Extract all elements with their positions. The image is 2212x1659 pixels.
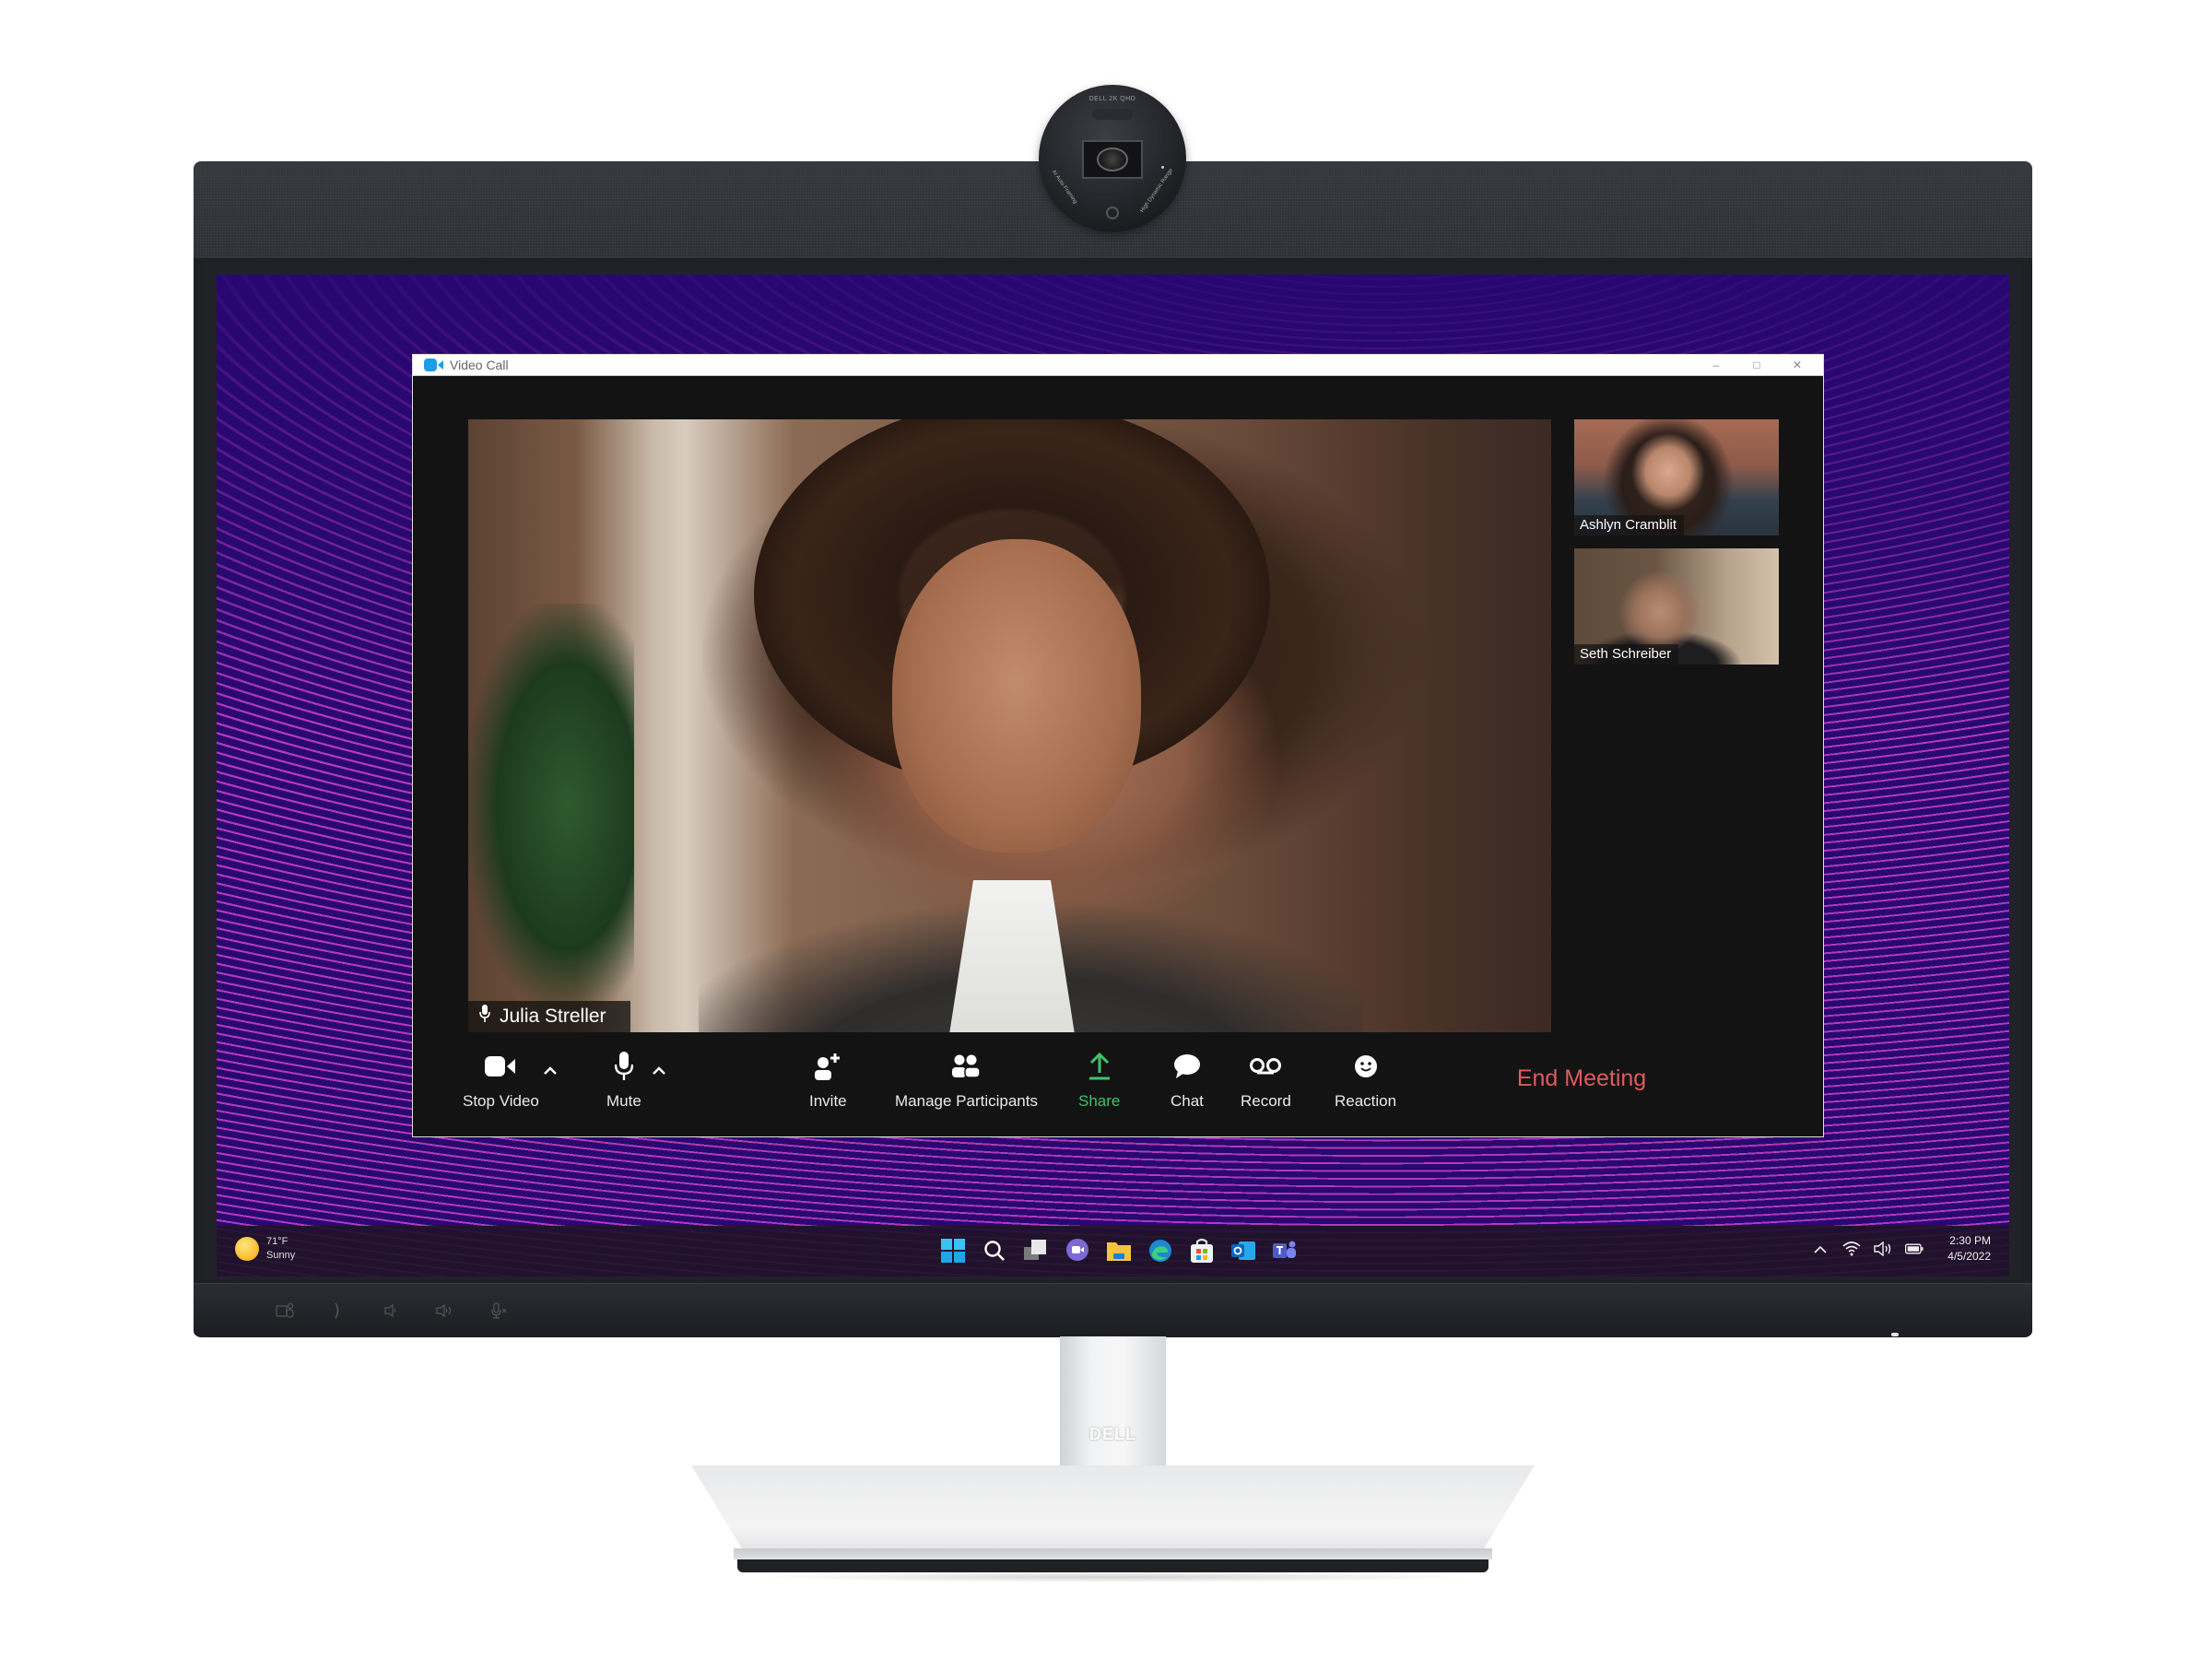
- window-controls: – □ ✕: [1696, 355, 1818, 375]
- system-tray: 2:30 PM 4/5/2022: [1811, 1233, 1991, 1265]
- start-icon[interactable]: [937, 1235, 968, 1265]
- record-button[interactable]: Record: [1241, 1037, 1291, 1136]
- outlook-icon[interactable]: [1228, 1235, 1258, 1265]
- webcam-sensor: [1092, 109, 1133, 120]
- battery-icon[interactable]: [1905, 1240, 1924, 1258]
- sun-weather-icon: [235, 1237, 259, 1261]
- taskbar-clock[interactable]: 2:30 PM 4/5/2022: [1947, 1233, 1991, 1265]
- webcam-feature-text: AI Auto Framing: [1050, 169, 1078, 206]
- video-call-window: Video Call – □ ✕ Julia Streller Ashlyn C…: [413, 355, 1823, 1136]
- participant-name: Ashlyn Cramblit: [1574, 515, 1685, 535]
- invite-button[interactable]: Invite: [809, 1037, 847, 1136]
- window-title: Video Call: [450, 358, 509, 372]
- stand-base-edge: [734, 1548, 1492, 1559]
- stop-video-button[interactable]: Stop Video: [463, 1037, 539, 1136]
- share-upload-icon: [1088, 1048, 1112, 1085]
- webcam-indicator: [1161, 166, 1164, 169]
- monitor-control-buttons: [258, 1295, 525, 1326]
- webcam-lens-housing: [1082, 140, 1143, 179]
- manage-participants-button[interactable]: Manage Participants: [895, 1037, 1038, 1136]
- weather-condition: Sunny: [266, 1250, 296, 1261]
- mic-mute-icon: [491, 1302, 507, 1319]
- weather-temperature: 71°F: [266, 1236, 288, 1247]
- chevron-up-icon[interactable]: [1811, 1240, 1830, 1258]
- dell-logo: DELL: [1089, 1425, 1136, 1443]
- volume-up-icon: [436, 1303, 452, 1318]
- chat-bubble-icon: [1173, 1048, 1201, 1085]
- stop-video-label: Stop Video: [463, 1092, 539, 1110]
- stand-base-foot: [737, 1559, 1488, 1572]
- bezel-mic-mute-button[interactable]: [472, 1295, 525, 1326]
- bezel-volume-down-button[interactable]: [365, 1295, 418, 1326]
- power-led: [1891, 1333, 1899, 1336]
- manage-participants-label: Manage Participants: [895, 1092, 1038, 1110]
- edge-icon[interactable]: [1145, 1235, 1175, 1265]
- store-icon[interactable]: [1186, 1235, 1217, 1265]
- participant-name: Seth Schreiber: [1574, 644, 1679, 665]
- participant-name-tag: Julia Streller: [468, 1001, 630, 1032]
- weather-widget[interactable]: 71°F Sunny: [235, 1235, 295, 1263]
- close-button[interactable]: ✕: [1777, 355, 1818, 375]
- participant-name: Julia Streller: [500, 1006, 606, 1027]
- volume-icon[interactable]: [1874, 1240, 1892, 1258]
- clock-date: 4/5/2022: [1947, 1250, 1991, 1263]
- file-explorer-icon[interactable]: [1103, 1235, 1134, 1265]
- video-background-plant: [468, 604, 634, 1009]
- participants-icon: [952, 1048, 981, 1085]
- end-meeting-button[interactable]: End Meeting: [1489, 1037, 1674, 1136]
- video-options-chevron-up-icon[interactable]: [540, 1060, 560, 1080]
- window-titlebar[interactable]: Video Call – □ ✕: [413, 355, 1823, 376]
- volume-down-icon: [384, 1303, 396, 1318]
- stand-shadow: [756, 1571, 1475, 1583]
- reaction-button[interactable]: Reaction: [1335, 1037, 1396, 1136]
- participant-thumbnail[interactable]: Seth Schreiber: [1574, 548, 1779, 665]
- maximize-button[interactable]: □: [1736, 355, 1777, 375]
- main-video-feed[interactable]: Julia Streller: [468, 419, 1551, 1032]
- video-camera-app-icon: [424, 359, 444, 371]
- teams-icon[interactable]: [1269, 1235, 1300, 1265]
- bezel-teams-button[interactable]: [258, 1295, 312, 1326]
- record-voicemail-icon: [1249, 1048, 1282, 1085]
- webcam: DELL 2K QHD AI Auto Framing High Dynamic…: [1039, 85, 1186, 232]
- video-camera-icon: [485, 1048, 516, 1085]
- minimize-button[interactable]: –: [1696, 355, 1736, 375]
- smiley-face-icon: [1354, 1048, 1378, 1085]
- add-user-icon: [813, 1048, 842, 1085]
- chat-icon[interactable]: [1062, 1235, 1092, 1265]
- taskbar-apps: [937, 1235, 1300, 1265]
- audio-options-chevron-up-icon[interactable]: [649, 1060, 669, 1080]
- microphone-icon: [614, 1048, 633, 1085]
- webcam-ir-sensor: [1106, 206, 1119, 219]
- teams-icon: [276, 1302, 294, 1318]
- chat-label: Chat: [1171, 1092, 1204, 1110]
- search-icon[interactable]: [979, 1235, 1009, 1265]
- weather-text: 71°F Sunny: [266, 1235, 295, 1263]
- share-button[interactable]: Share: [1078, 1037, 1120, 1136]
- mute-label: Mute: [606, 1092, 641, 1110]
- record-label: Record: [1241, 1092, 1291, 1110]
- webcam-lens: [1097, 147, 1128, 171]
- wifi-icon[interactable]: [1842, 1240, 1861, 1258]
- task-view-icon[interactable]: [1020, 1235, 1051, 1265]
- participant-thumbnail[interactable]: Ashlyn Cramblit: [1574, 419, 1779, 535]
- invite-label: Invite: [809, 1092, 847, 1110]
- meeting-toolbar: Stop Video Mute Invite Manage Participan…: [413, 1037, 1823, 1136]
- bezel-volume-up-button[interactable]: [418, 1295, 472, 1326]
- reaction-label: Reaction: [1335, 1092, 1397, 1110]
- chat-button[interactable]: Chat: [1171, 1037, 1204, 1136]
- phone-icon: [335, 1302, 339, 1319]
- microphone-icon: [479, 1005, 490, 1029]
- bezel-call-button[interactable]: [312, 1295, 365, 1326]
- webcam-brand-text: DELL 2K QHD: [1088, 96, 1136, 102]
- clock-time: 2:30 PM: [1949, 1234, 1991, 1247]
- mute-button[interactable]: Mute: [606, 1037, 641, 1136]
- windows-taskbar: 71°F Sunny 2:30 PM 4/5/2022: [217, 1226, 2009, 1277]
- video-subject-face: [892, 539, 1141, 853]
- share-label: Share: [1078, 1092, 1121, 1110]
